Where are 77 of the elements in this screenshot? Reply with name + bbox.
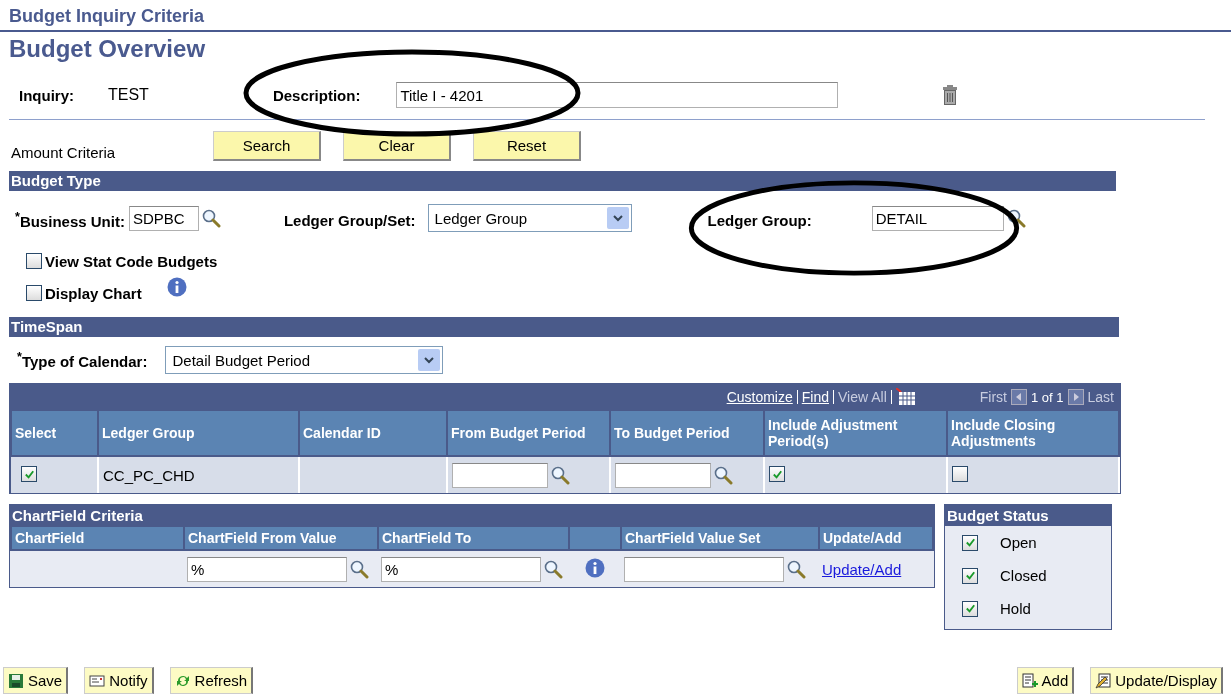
column-header: ChartField To [378, 526, 569, 550]
toolbar-button[interactable]: Update/Display [1090, 667, 1223, 694]
checkbox[interactable] [962, 567, 978, 584]
checkbox[interactable] [26, 253, 42, 269]
next-icon[interactable] [1067, 389, 1084, 405]
first-link[interactable]: First [979, 389, 1007, 405]
panel-title: Budget Status [945, 505, 1111, 526]
checkbox-label: View Stat Code Budgets [45, 252, 218, 270]
add-row-icon [1021, 672, 1038, 689]
from-period-field[interactable] [452, 462, 548, 488]
customize-link[interactable]: Customize [726, 389, 793, 405]
envelope-icon [89, 672, 106, 689]
column-header: Update/Add [819, 526, 933, 550]
checkbox[interactable] [769, 466, 785, 483]
checkbox-label: Open [1000, 534, 1037, 551]
column-header: Ledger Group [98, 410, 299, 456]
column-header: From Budget Period [447, 410, 610, 456]
from-value-field[interactable]: % [187, 556, 347, 582]
panel-title: ChartField Criteria [10, 505, 934, 526]
checkbox-label: Display Chart [45, 284, 142, 302]
search-icon[interactable] [1005, 208, 1026, 228]
previous-icon[interactable] [1011, 389, 1027, 405]
grid-icon[interactable] [895, 388, 916, 406]
toolbar-button[interactable]: Refresh [169, 667, 254, 694]
info-icon[interactable] [585, 557, 605, 578]
check-mark-icon [963, 536, 977, 549]
column-header: Select [11, 410, 98, 456]
update-add-link[interactable]: Update/Add [822, 560, 902, 578]
field-label: Ledger Group: [707, 211, 812, 229]
table-cell: CC_PC_CHD [98, 456, 299, 493]
column-header: Include Adjustment Period(s) [764, 410, 947, 456]
trash-icon[interactable] [942, 85, 959, 105]
checkbox-label: Hold [1000, 600, 1031, 617]
last-link[interactable]: Last [1087, 389, 1114, 405]
field-label: Description: [272, 86, 361, 104]
field-label: $^{*}$Business Unit: [15, 210, 125, 230]
column-header: ChartField Value Set [621, 526, 819, 550]
inquiry-value: TEST [108, 86, 149, 104]
to-period-field[interactable] [615, 462, 711, 488]
page-header: Budget Inquiry Criteria [9, 6, 206, 27]
action-button[interactable]: Search [213, 131, 321, 161]
calendar-type-dropdown[interactable]: Detail Budget Period [165, 346, 444, 374]
checkbox-label: Closed [1000, 567, 1047, 584]
business-unit-field[interactable]: SDPBC [128, 205, 199, 231]
section-header: Budget Type [9, 171, 1116, 191]
column-header: To Budget Period [610, 410, 764, 456]
description-field[interactable]: Title I - 4201 [396, 82, 839, 108]
find-link[interactable]: Find [801, 389, 829, 405]
field-label: Ledger Group/Set: [283, 211, 416, 229]
pencil-document-icon [1095, 672, 1112, 689]
info-icon[interactable] [166, 277, 187, 297]
toolbar-button[interactable]: Save [3, 667, 69, 694]
toolbar-button[interactable]: Add [1016, 667, 1075, 694]
section-header: TimeSpan [9, 317, 1119, 337]
column-header: ChartField [11, 526, 184, 550]
checkbox[interactable] [952, 465, 968, 482]
toolbar-button[interactable]: Notify [84, 667, 154, 694]
checkbox[interactable] [26, 285, 42, 301]
page-count: 1 of 1 [1031, 389, 1064, 405]
check-mark-icon [963, 602, 977, 615]
field-label: $^{*}$Type of Calendar: [17, 350, 148, 370]
column-header: Include Closing Adjustments [947, 410, 1119, 456]
page-title: Budget Overview [0, 30, 1231, 71]
ledger-group-field[interactable]: DETAIL [871, 205, 1004, 231]
check-mark-icon [963, 569, 977, 582]
ledger-group-set-dropdown[interactable]: Ledger Group [427, 204, 632, 232]
value-set-field[interactable] [624, 556, 784, 582]
amount-criteria-label: Amount Criteria [11, 144, 117, 161]
action-button[interactable]: Reset [473, 131, 581, 161]
to-value-field[interactable]: % [381, 556, 541, 582]
column-header: ChartField From Value [184, 526, 378, 550]
view-all-link[interactable]: View All [838, 389, 887, 405]
column-header: Calendar ID [299, 410, 447, 456]
checkbox[interactable] [962, 534, 978, 551]
checkbox[interactable] [962, 600, 978, 617]
select-checkbox[interactable] [21, 466, 37, 483]
field-label: Inquiry: [19, 86, 74, 104]
